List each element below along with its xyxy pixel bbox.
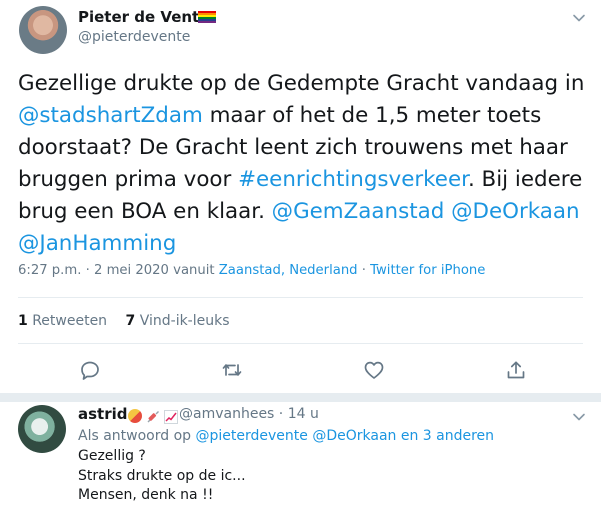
retweet-icon[interactable]	[221, 359, 243, 381]
more-recipients-link[interactable]: en 3 anderen	[401, 428, 494, 444]
mention-link[interactable]: @stadshartZdam	[18, 103, 203, 128]
reply-context-prefix: Als antwoord op	[78, 428, 196, 444]
pill-emoji-icon	[128, 409, 142, 423]
mention-link[interactable]: @pieterdevente	[195, 428, 307, 444]
retweets-label: Retweeten	[32, 313, 108, 329]
tweet-detail-page: Pieter de Vente @pieterdevente Gezellige…	[0, 0, 601, 508]
tweet-text-part: Gezellige drukte op de Gedempte Gracht v…	[18, 71, 585, 96]
mention-link[interactable]: @JanHamming	[18, 231, 176, 256]
mention-link[interactable]: @GemZaanstad	[272, 199, 445, 224]
section-separator	[0, 393, 601, 402]
tweet-stats: 1 Retweeten 7 Vind-ik-leuks	[18, 313, 230, 329]
author-name[interactable]: Pieter de Vente	[78, 8, 209, 26]
location-link[interactable]: Zaanstad, Nederland	[219, 263, 358, 278]
retweets-stat[interactable]: 1 Retweeten	[18, 313, 107, 329]
retweets-count: 1	[18, 313, 28, 329]
reply-icon[interactable]	[79, 359, 101, 381]
source-link[interactable]: Twitter for iPhone	[370, 263, 485, 278]
reply-handle-time[interactable]: @amvanhees · 14 u	[179, 406, 319, 422]
divider	[18, 343, 583, 344]
meta-separator: ·	[357, 263, 371, 278]
chart-increasing-emoji-icon	[164, 409, 178, 424]
divider	[18, 297, 583, 298]
chevron-down-icon[interactable]	[572, 410, 586, 424]
mention-link[interactable]: @DeOrkaan	[312, 428, 396, 444]
share-icon[interactable]	[505, 359, 527, 381]
reply-text-line: Mensen, denk na !!	[78, 487, 214, 503]
hashtag-link[interactable]: #eenrichtingsverkeer	[238, 167, 468, 192]
reply-author-name[interactable]: astrid	[78, 405, 128, 423]
reply-context: Als antwoord op @pieterdevente @DeOrkaan…	[78, 428, 494, 444]
reply-text-line: Gezellig ?	[78, 448, 146, 464]
likes-count: 7	[125, 313, 136, 329]
mention-link[interactable]: @DeOrkaan	[451, 199, 579, 224]
author-handle[interactable]: @pieterdevente	[78, 29, 190, 45]
heart-icon[interactable]	[363, 359, 385, 381]
tweet-meta: 6:27 p.m. · 2 mei 2020 vanuit Zaanstad, …	[18, 263, 485, 278]
reply-text-line: Straks drukte op de ic...	[78, 468, 246, 484]
syringe-emoji-icon	[146, 409, 160, 423]
author-avatar[interactable]	[19, 6, 67, 54]
rainbow-flag-icon	[198, 11, 216, 23]
tweet-timestamp[interactable]: 6:27 p.m. · 2 mei 2020 vanuit	[18, 263, 219, 278]
likes-label: Vind-ik-leuks	[139, 313, 230, 329]
tweet-text: Gezellige drukte op de Gedempte Gracht v…	[18, 68, 593, 260]
likes-stat[interactable]: 7 Vind-ik-leuks	[126, 313, 230, 329]
reply-author-avatar[interactable]	[18, 405, 66, 453]
chevron-down-icon[interactable]	[572, 11, 586, 25]
